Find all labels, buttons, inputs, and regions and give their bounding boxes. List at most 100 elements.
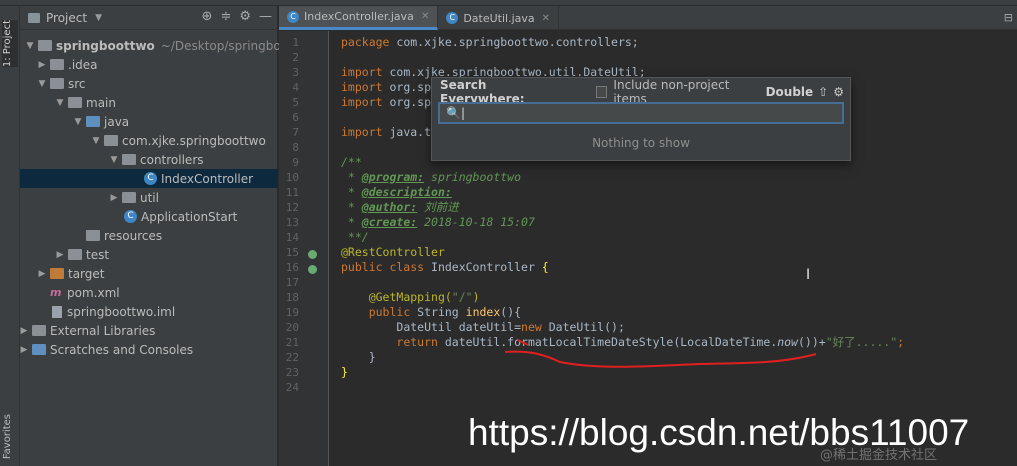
expanded-arrow-icon[interactable]: ▼ xyxy=(54,98,66,108)
project-view-selector[interactable]: Project xyxy=(46,11,87,25)
tree-item-target[interactable]: ▶ target xyxy=(36,264,105,283)
line-number: 5 xyxy=(292,96,299,109)
code-line-22: } xyxy=(368,350,376,364)
code-line-4: import org.sp xyxy=(341,80,432,94)
tree-item-main[interactable]: ▼ main xyxy=(54,93,116,112)
tab-label: DateUtil.java xyxy=(463,11,535,25)
tree-item-indexcontroller[interactable]: C IndexController xyxy=(20,169,278,188)
mouse-text-cursor-icon: I xyxy=(806,267,811,283)
code-line-20: DateUtil dateUtil=new DateUtil(); xyxy=(396,320,625,334)
line-number: 3 xyxy=(292,66,299,79)
collapsed-arrow-icon[interactable]: ▶ xyxy=(36,60,48,70)
module-folder-icon xyxy=(38,40,52,51)
tree-item-external-libraries[interactable]: ▶ External Libraries xyxy=(18,321,156,340)
code-line-13: * @create: 2018-10-18 15:07 xyxy=(341,215,535,229)
editor-tab-bar: C IndexController.java ✕ C DateUtil.java… xyxy=(279,6,1017,30)
line-number: 10 xyxy=(285,171,299,184)
tree-item-idea[interactable]: ▶ .idea xyxy=(36,55,98,74)
code-line-11: * @description: xyxy=(341,185,452,199)
collapsed-arrow-icon[interactable]: ▶ xyxy=(108,193,120,203)
code-line-16: public class IndexController { xyxy=(341,260,549,274)
empty-results-text: Nothing to show xyxy=(592,136,690,150)
collapsed-arrow-icon[interactable]: ▶ xyxy=(36,269,48,279)
hide-panel-icon[interactable]: — xyxy=(259,9,272,24)
platform-watermark: @稀土掘金技术社区 xyxy=(820,448,938,463)
tab-list-icon[interactable]: ⊟ xyxy=(1004,11,1013,24)
line-number: 11 xyxy=(285,186,299,199)
tree-item-iml[interactable]: springboottwo.iml xyxy=(48,302,175,321)
code-line-19: public String index(){ xyxy=(368,305,522,319)
line-number: 6 xyxy=(292,111,299,124)
tree-item-resources[interactable]: resources xyxy=(84,226,162,245)
tree-item-label: External Libraries xyxy=(50,323,156,338)
line-number: 7 xyxy=(292,126,299,139)
tree-item-label: resources xyxy=(104,228,163,243)
resources-folder-icon xyxy=(86,230,100,241)
collapsed-arrow-icon[interactable]: ▶ xyxy=(18,326,30,336)
tree-item-label: controllers xyxy=(140,152,204,167)
code-line-12: * @author: 刘前进 xyxy=(341,200,459,214)
tree-item-controllers[interactable]: ▼ controllers xyxy=(108,150,204,169)
expanded-arrow-icon[interactable]: ▼ xyxy=(36,79,48,89)
project-tool-tab[interactable]: 1: Project xyxy=(2,20,18,68)
tree-item-pom[interactable]: m pom.xml xyxy=(48,283,120,302)
close-icon[interactable]: ✕ xyxy=(542,13,550,24)
gear-icon[interactable]: ⚙ xyxy=(239,9,251,24)
tree-item-test[interactable]: ▶ test xyxy=(54,245,110,264)
line-number: 14 xyxy=(285,231,299,244)
tree-item-package[interactable]: ▼ com.xjke.springboottwo xyxy=(90,131,266,150)
expanded-arrow-icon[interactable]: ▼ xyxy=(72,117,84,127)
line-number: 2 xyxy=(292,51,299,64)
line-number: 18 xyxy=(285,291,299,304)
code-line-7: import java.t xyxy=(341,125,432,139)
shift-icon: ⇧ xyxy=(818,85,829,99)
collapse-all-icon[interactable]: ≑ xyxy=(220,9,231,24)
search-icon: 🔍 xyxy=(446,106,461,120)
tree-item-label: Scratches and Consoles xyxy=(50,342,194,357)
tree-item-label: springboottwo.iml xyxy=(67,304,176,319)
text-caret: | xyxy=(460,106,465,120)
code-line-9: /** xyxy=(341,155,362,169)
code-line-18: @GetMapping("/") xyxy=(368,290,480,304)
include-non-project-checkbox[interactable] xyxy=(595,86,608,98)
gear-icon[interactable]: ⚙ xyxy=(833,85,844,99)
package-icon xyxy=(122,192,136,203)
tree-item-springboottwo[interactable]: ▼ springboottwo ~/Desktop/springbo xyxy=(24,36,281,55)
code-line-23: } xyxy=(341,365,348,379)
line-number: 22 xyxy=(285,351,299,364)
tab-indexcontroller[interactable]: C IndexController.java ✕ xyxy=(279,6,439,30)
tree-item-scratches[interactable]: ▶ Scratches and Consoles xyxy=(18,340,194,359)
java-class-icon: C xyxy=(446,12,459,24)
expanded-arrow-icon[interactable]: ▼ xyxy=(108,155,120,165)
libraries-icon xyxy=(32,325,46,336)
spring-bean-icon[interactable] xyxy=(308,250,317,259)
favorites-tool-tab[interactable]: Favorites xyxy=(2,414,18,459)
search-input[interactable]: 🔍 | xyxy=(438,102,844,124)
java-class-icon: C xyxy=(287,10,299,23)
expanded-arrow-icon[interactable]: ▼ xyxy=(24,41,36,51)
line-number: 13 xyxy=(285,216,299,229)
editor-gutter: 1 2 3 4 5 6 7 8 9 10 11 12 13 14 15 16 1… xyxy=(279,31,329,466)
popup-header: Search Everywhere: Include non-project i… xyxy=(440,78,844,106)
tree-item-label: com.xjke.springboottwo xyxy=(122,133,266,148)
close-icon[interactable]: ✕ xyxy=(421,11,429,22)
chevron-down-icon[interactable]: ▼ xyxy=(95,13,102,23)
tree-item-label: target xyxy=(68,266,105,281)
tree-item-util[interactable]: ▶ util xyxy=(108,188,159,207)
tree-item-label: IndexController xyxy=(161,171,254,186)
left-tool-rail: 1: Project Favorites xyxy=(0,6,20,466)
tab-dateutil[interactable]: C DateUtil.java ✕ xyxy=(438,6,560,30)
spring-bean-icon[interactable] xyxy=(308,265,317,274)
tree-item-label: ApplicationStart xyxy=(141,209,238,224)
collapsed-arrow-icon[interactable]: ▶ xyxy=(18,345,30,355)
line-number: 4 xyxy=(292,81,299,94)
collapsed-arrow-icon[interactable]: ▶ xyxy=(54,250,66,260)
tree-item-src[interactable]: ▼ src xyxy=(36,74,86,93)
tree-item-applicationstart[interactable]: C ApplicationStart xyxy=(122,207,237,226)
line-number: 23 xyxy=(285,366,299,379)
expanded-arrow-icon[interactable]: ▼ xyxy=(90,136,102,146)
line-number: 21 xyxy=(285,336,299,349)
source-folder-icon xyxy=(86,116,100,127)
locate-icon[interactable]: ⊕ xyxy=(202,9,213,24)
tree-item-java[interactable]: ▼ java xyxy=(72,112,130,131)
